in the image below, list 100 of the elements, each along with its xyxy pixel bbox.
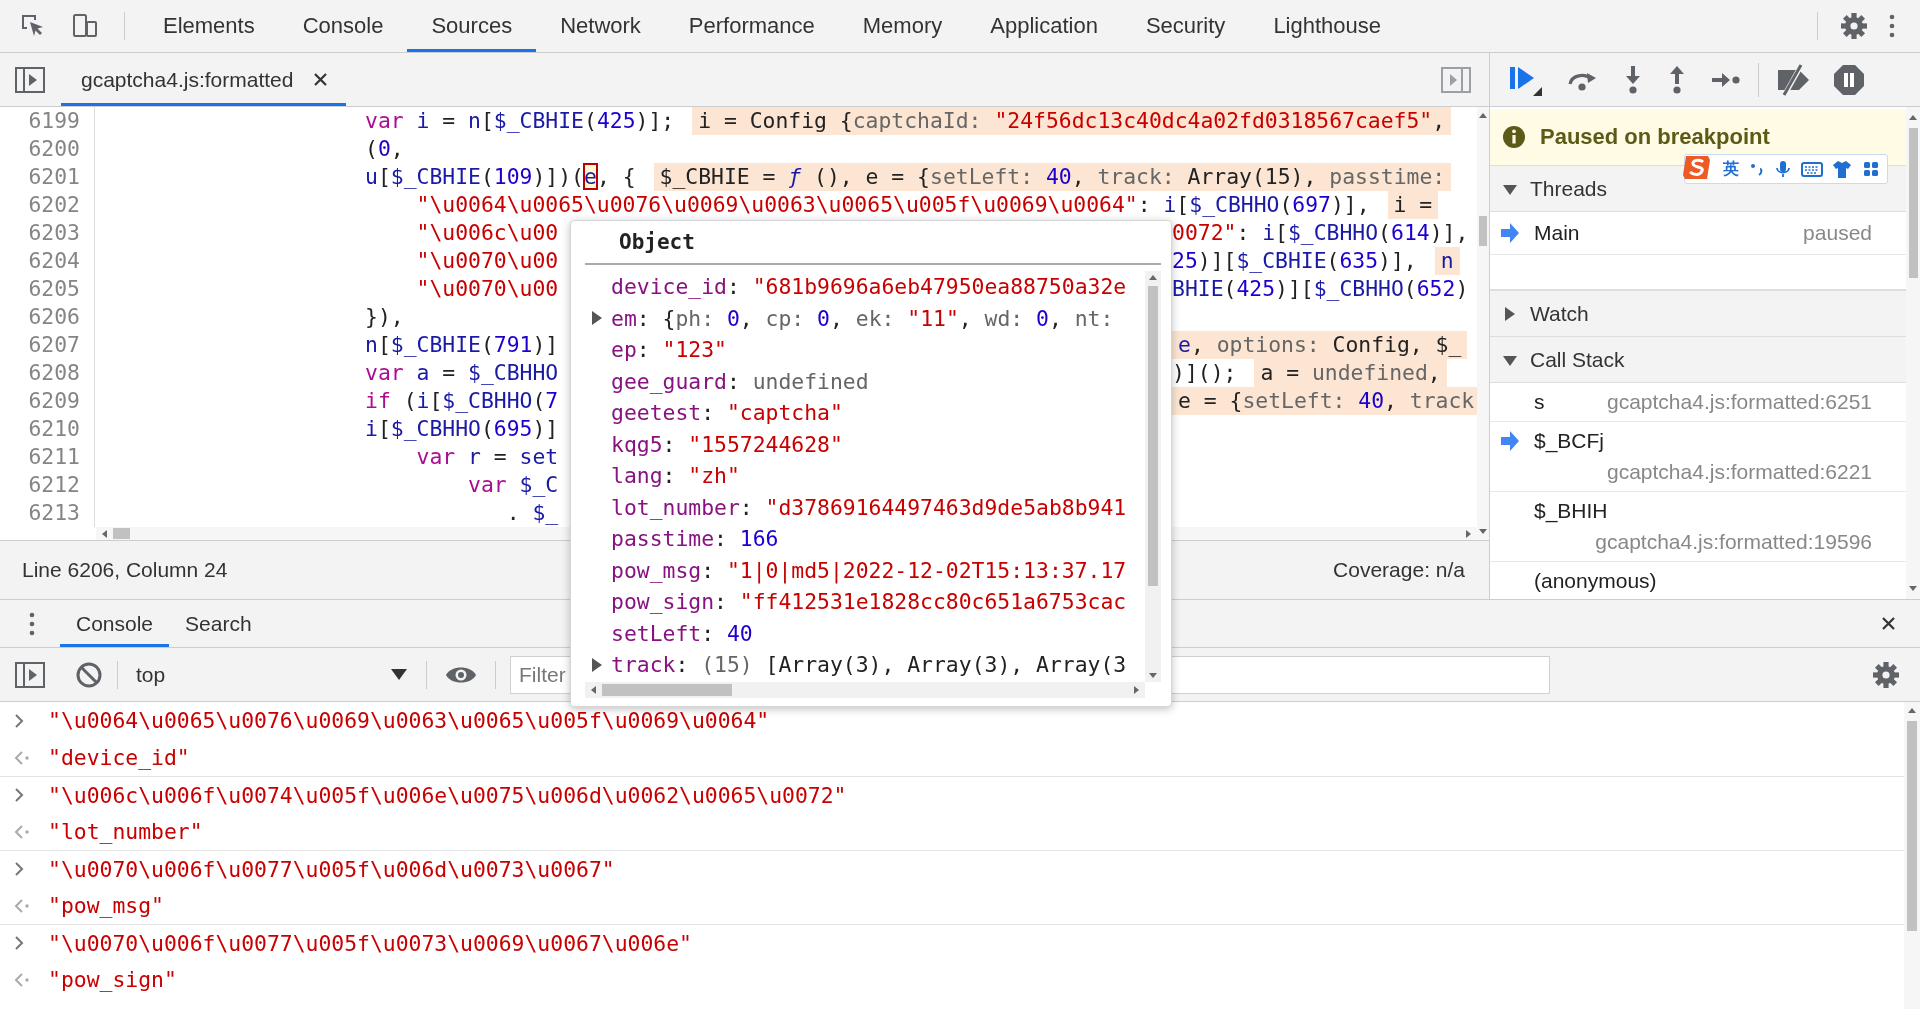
frame-location[interactable]: gcaptcha4.js:formatted:6251 (1581, 388, 1872, 416)
sidebar-toggle-icon[interactable] (15, 661, 45, 688)
code-line: u[$_CBHIE(109)])(e, { (365, 163, 636, 191)
code-line: if (i[$_CBHHO(7 (365, 387, 559, 415)
code-line: (0, (365, 135, 404, 163)
thread-name[interactable]: Main (1534, 221, 1580, 245)
code-line: "\u0070\u00 (415, 247, 559, 275)
scroll-right-icon[interactable] (1464, 528, 1473, 539)
scrollbar-thumb[interactable] (602, 684, 732, 696)
object-property: geetest: "captcha" (611, 400, 843, 426)
frame-name[interactable]: (anonymous) (1534, 567, 1657, 595)
expand-arrow-icon[interactable] (591, 656, 603, 673)
result-arrow-icon (14, 971, 30, 988)
scroll-down-icon[interactable] (1908, 584, 1918, 593)
sidebar-toggle-icon[interactable] (1441, 66, 1471, 93)
context-select[interactable]: top (132, 662, 412, 687)
console-result: "lot_number" (48, 819, 203, 844)
thread-status: paused (1803, 221, 1872, 245)
object-property: setLeft: 40 (611, 620, 753, 646)
line-number: 6199 (28, 108, 80, 133)
line-number: 6211 (28, 444, 80, 469)
close-icon[interactable] (313, 72, 329, 87)
frame-location[interactable]: gcaptcha4.js:formatted:19596 (1569, 528, 1872, 556)
clear-console-icon[interactable] (75, 660, 103, 689)
panel-tab[interactable]: Performance (664, 0, 839, 52)
popover-title: Object (585, 221, 1161, 265)
object-property: pow_msg: "1|0|md5|2022-12-02T15:13:37.17 (611, 557, 1127, 583)
settings-icon[interactable] (1840, 12, 1868, 40)
line-number: 6200 (28, 136, 80, 161)
settings-icon[interactable] (1872, 660, 1900, 689)
section-header[interactable]: Watch (1490, 291, 1906, 337)
code-line: "\u0064\u0065\u0076\u0069\u0063\u0065\u005f\u0069\u0064": i[$_CBHHO(697)], (415, 191, 1370, 219)
result-arrow-icon (14, 897, 30, 914)
prompt-icon (14, 935, 24, 951)
object-property: gee_guard: undefined (611, 368, 869, 394)
panel-tab[interactable]: Elements (139, 0, 279, 52)
cursor-position: Line 6206, Column 24 (22, 558, 228, 582)
close-icon[interactable] (1881, 616, 1896, 631)
object-property: ep: "123" (611, 337, 727, 363)
scroll-left-icon[interactable] (589, 685, 598, 695)
scroll-down-icon[interactable] (1148, 671, 1158, 680)
object-property: lang: "zh" (611, 463, 740, 489)
shirt-icon[interactable] (1833, 159, 1853, 179)
frame-name[interactable]: $_BCFj (1534, 427, 1605, 455)
result-arrow-icon (14, 749, 30, 766)
code-line: var $_C (467, 471, 559, 499)
more-icon[interactable] (1888, 13, 1896, 39)
scrollbar-thumb[interactable] (1908, 128, 1918, 278)
console-result: "device_id" (48, 745, 190, 770)
scrollbar-thumb[interactable] (1907, 721, 1917, 931)
panel-tab[interactable]: Security (1121, 0, 1250, 52)
paused-message: Paused on breakpoint (1540, 124, 1770, 150)
code-fragment: )](); (1172, 359, 1237, 387)
pause-exceptions-icon[interactable] (1833, 63, 1865, 96)
scroll-up-icon[interactable] (1908, 113, 1918, 122)
frame-location[interactable]: gcaptcha4.js:formatted:6221 (1581, 458, 1872, 486)
prompt-icon (14, 787, 24, 803)
more-icon[interactable] (28, 610, 36, 637)
prompt-icon (14, 712, 24, 729)
console-command: "\u0064\u0065\u0076\u0069\u0063\u0065\u005f\u0069\u0064" (48, 708, 770, 733)
panel-tab[interactable]: Console (278, 0, 408, 52)
prompt-icon (14, 861, 24, 877)
scrollbar-thumb[interactable] (113, 528, 130, 539)
scroll-up-icon[interactable] (1148, 273, 1158, 282)
scroll-left-icon[interactable] (100, 528, 109, 539)
panel-tab[interactable]: Lighthouse (1249, 0, 1406, 52)
object-property: kqg5: "1557244628" (611, 431, 843, 457)
scrollbar-thumb[interactable] (1479, 216, 1487, 246)
device-icon[interactable] (72, 13, 98, 39)
line-number: 6206 (28, 304, 80, 329)
console-command: "\u006c\u006f\u0074\u005f\u006e\u0075\u006d\u0062\u0065\u0072" (48, 782, 847, 808)
code-line: var r = set (415, 443, 559, 471)
scrollbar-thumb[interactable] (1148, 286, 1158, 586)
code-line: }), (365, 303, 404, 331)
scroll-right-icon[interactable] (1132, 685, 1141, 695)
panel-tab[interactable]: Memory (838, 0, 967, 52)
microphone-icon[interactable] (1775, 160, 1791, 178)
console-command: "\u0070\u006f\u0077\u005f\u0073\u0069\u0067\u006e" (48, 930, 692, 956)
panel-tab[interactable]: Application (966, 0, 1122, 52)
object-property: em: {ph: 0, cp: 0, ek: "11", wd: 0, nt: (611, 305, 1114, 331)
scroll-up-icon[interactable] (1907, 706, 1917, 715)
keyboard-icon[interactable] (1801, 160, 1823, 178)
deactivate-breakpoints-icon[interactable] (1775, 62, 1811, 97)
sidebar-toggle-icon[interactable] (15, 66, 45, 93)
code-fragment: 25)][$_CBHIE(635)], (1172, 247, 1417, 275)
frame-name[interactable]: $_BHIH (1534, 497, 1608, 525)
line-number: 6207 (28, 332, 80, 357)
grid-icon[interactable] (1863, 161, 1879, 177)
result-arrow-icon (14, 823, 30, 840)
caret-icon (390, 668, 408, 681)
section-header[interactable]: Call Stack (1490, 337, 1906, 383)
frame-name[interactable]: s (1534, 388, 1545, 416)
scroll-down-icon[interactable] (1478, 527, 1488, 536)
drawer-tab[interactable]: Search (169, 600, 268, 647)
panel-tab[interactable]: Network (536, 0, 665, 52)
scroll-up-icon[interactable] (1478, 111, 1488, 120)
expand-arrow-icon[interactable] (591, 310, 603, 327)
line-number: 6209 (28, 388, 80, 413)
code-fragment: 0072": i[$_CBHHO(614)], (1172, 219, 1469, 247)
line-number: 6208 (28, 360, 80, 385)
